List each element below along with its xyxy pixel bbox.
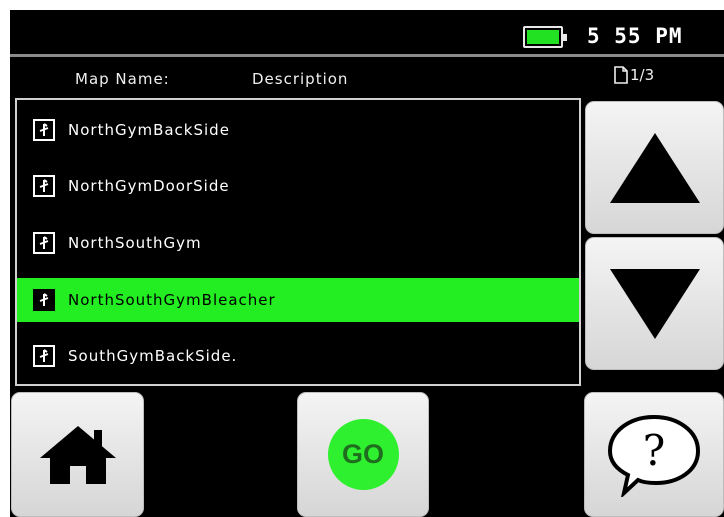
svg-text:?: ? — [643, 426, 666, 475]
description-column-label: Description — [252, 70, 349, 88]
list-header: Map Name: Description 1/3 — [10, 60, 724, 96]
device-screen: 5 55 PM Map Name: Description 1/3 NorthG… — [10, 10, 724, 517]
go-circle: GO — [327, 419, 399, 490]
map-file-icon — [33, 345, 55, 367]
list-item[interactable]: NorthGymBackSide — [17, 108, 579, 152]
map-file-icon — [33, 119, 55, 141]
map-name-column-label: Map Name: — [75, 70, 170, 88]
divider — [10, 54, 724, 57]
list-item-label: NorthSouthGym — [68, 234, 202, 252]
map-file-icon — [33, 289, 55, 311]
question-bubble-icon: ? — [607, 414, 701, 497]
go-button[interactable]: GO — [297, 392, 429, 517]
status-bar: 5 55 PM — [10, 10, 724, 54]
scroll-up-button[interactable] — [585, 101, 724, 234]
page-indicator-text: 1/3 — [630, 66, 655, 84]
list-item[interactable]: NorthGymDoorSide — [17, 164, 579, 208]
clock: 5 55 PM — [587, 24, 683, 48]
page-indicator: 1/3 — [614, 66, 654, 84]
home-icon — [39, 425, 116, 484]
list-item-selected[interactable]: NorthSouthGymBleacher — [17, 278, 579, 322]
triangle-up-icon — [609, 132, 700, 203]
document-icon — [614, 66, 628, 84]
list-item-label: SouthGymBackSide. — [68, 347, 238, 365]
help-button[interactable]: ? — [584, 392, 724, 517]
list-item-label: NorthGymDoorSide — [68, 177, 230, 195]
home-button[interactable] — [11, 392, 144, 517]
scroll-down-button[interactable] — [585, 237, 724, 370]
triangle-down-icon — [609, 268, 700, 339]
list-item-label: NorthGymBackSide — [68, 121, 230, 139]
list-item[interactable]: NorthSouthGym — [17, 221, 579, 265]
battery-icon — [523, 26, 567, 48]
map-file-icon — [33, 175, 55, 197]
list-item-label: NorthSouthGymBleacher — [68, 291, 276, 309]
map-list: NorthGymBackSide NorthGymDoorSide NorthS… — [15, 98, 581, 386]
map-file-icon — [33, 232, 55, 254]
go-label: GO — [341, 439, 384, 469]
list-item[interactable]: SouthGymBackSide. — [17, 334, 579, 378]
